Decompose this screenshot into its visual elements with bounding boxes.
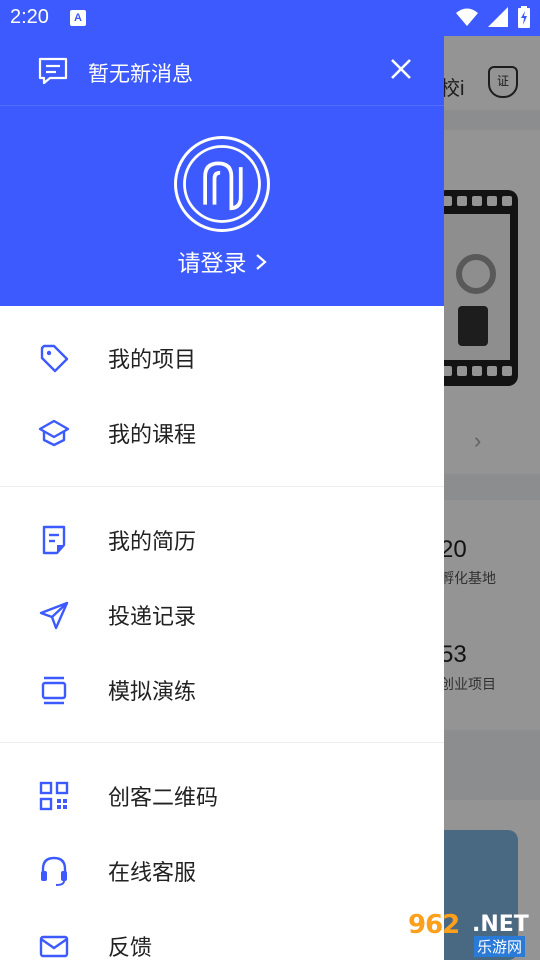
menu-item-label: 在线客服 — [108, 859, 197, 885]
menu-group-career: 我的简历 投递记录 模拟演练 — [0, 502, 444, 727]
menu-item-label: 反馈 — [108, 934, 153, 960]
status-time: 2:20 — [10, 6, 49, 28]
message-row[interactable]: 暂无新消息 — [0, 36, 444, 106]
menu-item-label: 我的项目 — [108, 346, 197, 372]
divider — [0, 742, 444, 743]
battery-charging-icon — [518, 6, 530, 28]
send-icon — [38, 599, 70, 631]
menu-item-label: 投递记录 — [108, 603, 197, 629]
menu-item-label: 我的课程 — [108, 421, 197, 447]
drawer-header: 暂无新消息 请登录 — [0, 0, 444, 306]
close-icon[interactable] — [386, 54, 416, 84]
menu-group-support: 创客二维码 在线客服 反馈 — [0, 758, 444, 960]
mail-icon — [38, 930, 70, 960]
notification-a-icon: A — [70, 10, 86, 26]
navigation-drawer: 暂无新消息 请登录 我的项目 我的课程 我的简历 投递记录 模拟演练 创客二维码… — [0, 0, 444, 960]
divider — [0, 486, 444, 487]
menu-item-my-projects[interactable]: 我的项目 — [0, 320, 444, 395]
menu-item-label: 创客二维码 — [108, 784, 219, 810]
wifi-icon — [456, 8, 478, 26]
headset-icon — [38, 855, 70, 887]
watermark-site-name: 乐游网 — [474, 936, 526, 957]
menu-item-delivery-records[interactable]: 投递记录 — [0, 577, 444, 652]
tag-icon — [38, 342, 70, 374]
menu-item-online-service[interactable]: 在线客服 — [0, 833, 444, 908]
resume-icon — [38, 524, 70, 556]
menu-item-label: 我的简历 — [108, 528, 197, 554]
watermark-number: 962 — [408, 910, 460, 940]
menu-item-my-courses[interactable]: 我的课程 — [0, 395, 444, 470]
watermark-domain: .NET — [472, 912, 529, 937]
menu-item-my-resume[interactable]: 我的简历 — [0, 502, 444, 577]
login-link[interactable]: 请登录 — [0, 244, 444, 278]
menu-group-learning: 我的项目 我的课程 — [0, 320, 444, 470]
login-text: 请登录 — [177, 250, 247, 276]
avatar-logo[interactable] — [174, 136, 270, 232]
graduation-cap-icon — [38, 417, 70, 449]
practice-icon — [38, 674, 70, 706]
qr-code-icon — [38, 780, 70, 812]
menu-item-label: 模拟演练 — [108, 678, 197, 704]
status-bar: 2:20 A — [0, 0, 540, 36]
message-icon — [38, 57, 68, 85]
cellular-signal-icon — [488, 7, 508, 27]
message-text: 暂无新消息 — [88, 63, 193, 86]
site-watermark-logo: 962 .NET 乐游网 — [400, 908, 538, 958]
menu-item-qr-code[interactable]: 创客二维码 — [0, 758, 444, 833]
chevron-right-icon — [255, 250, 267, 277]
menu-item-feedback[interactable]: 反馈 — [0, 908, 444, 960]
menu-item-mock-practice[interactable]: 模拟演练 — [0, 652, 444, 727]
